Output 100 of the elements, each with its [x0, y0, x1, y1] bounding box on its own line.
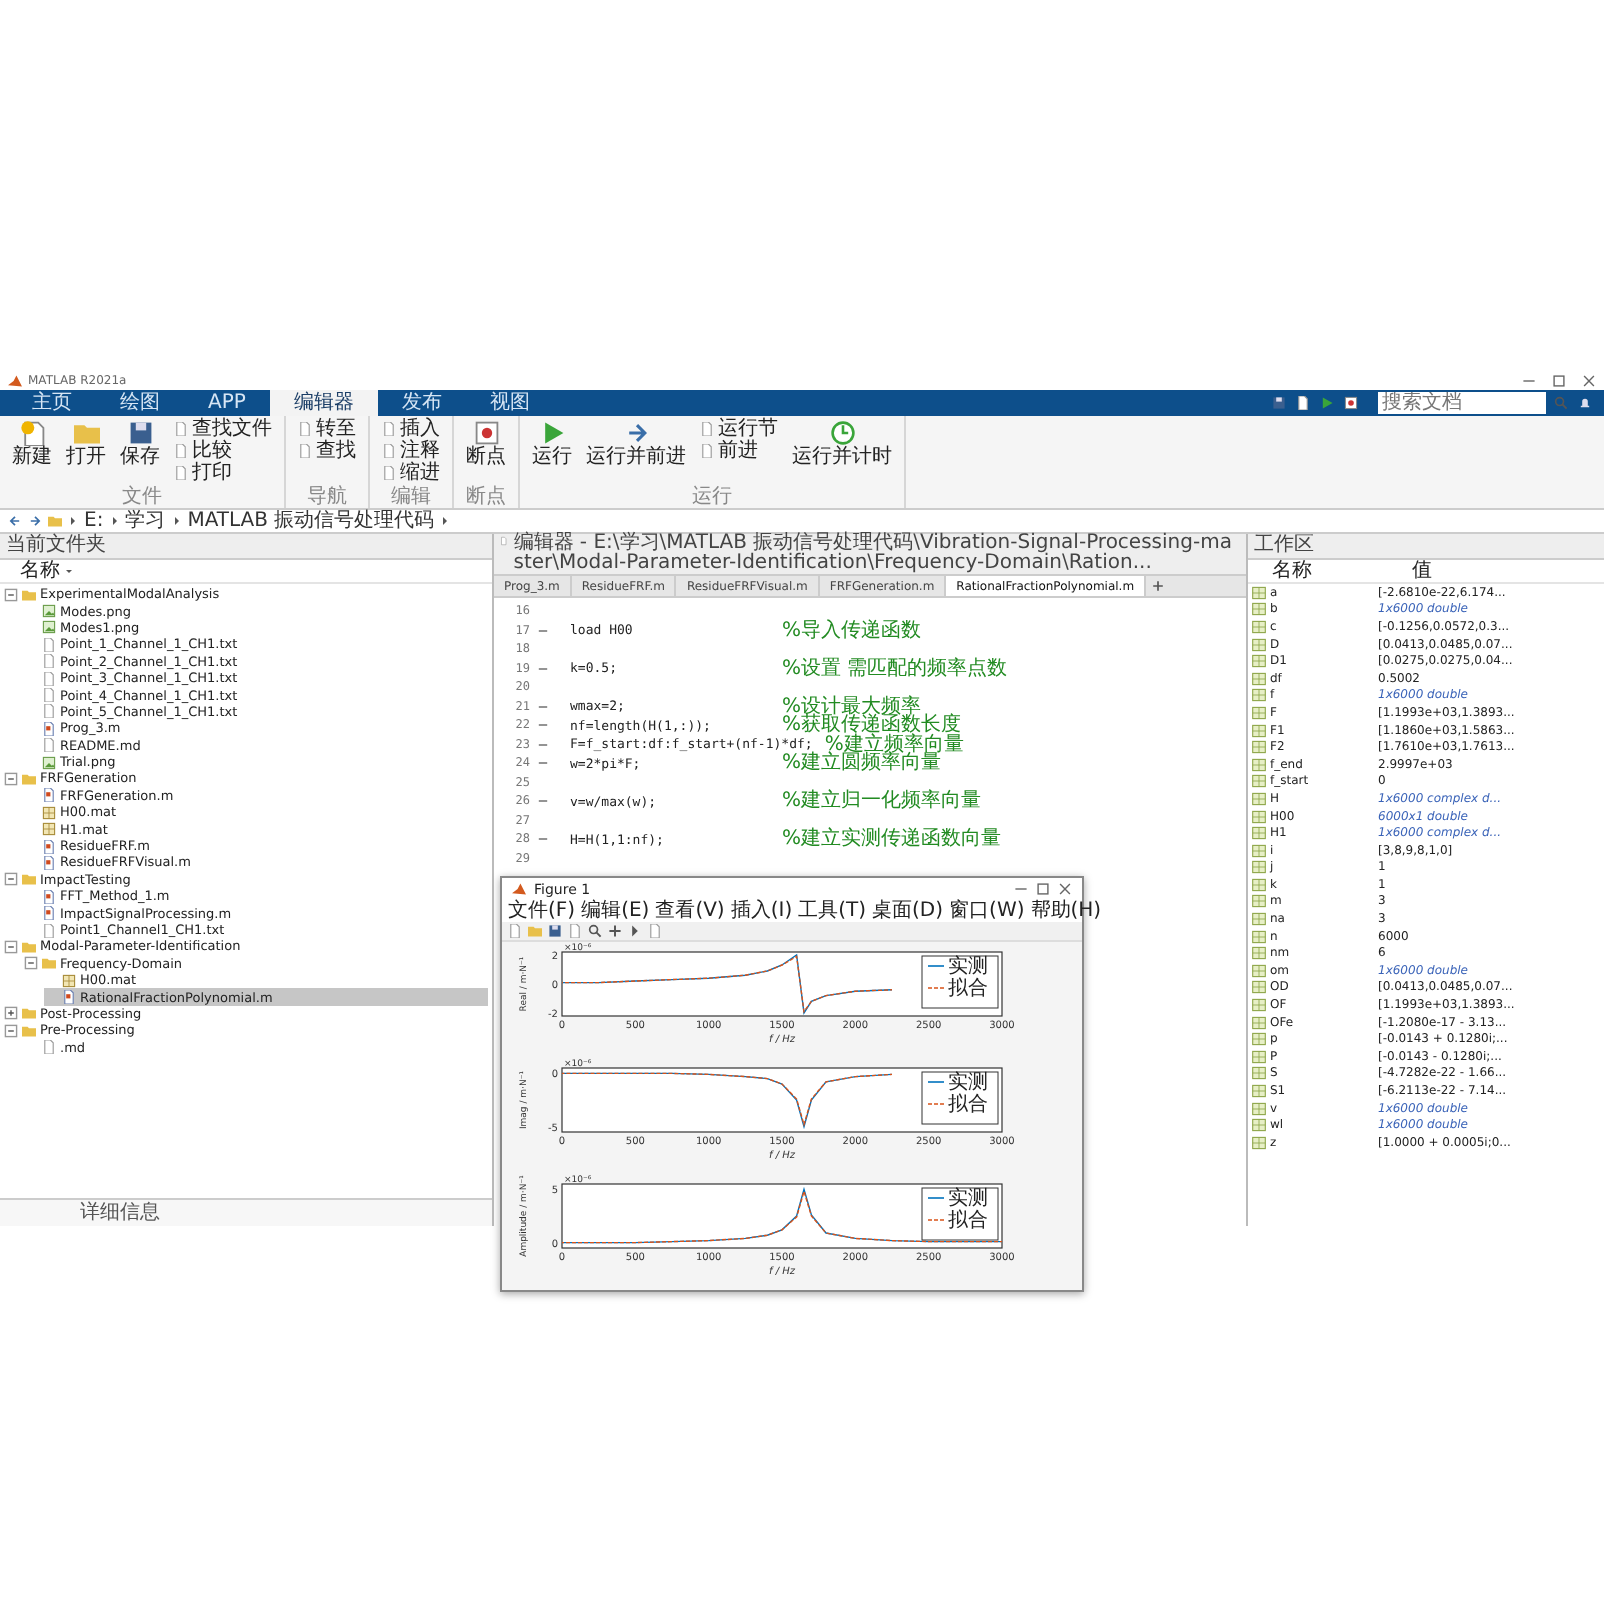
- plus-icon[interactable]: [608, 924, 622, 939]
- script-file-icon: [42, 721, 56, 736]
- path-segment[interactable]: E:: [84, 510, 104, 532]
- collapse-icon[interactable]: [4, 1023, 18, 1038]
- code-comment: %设置 需匹配的频率点数: [780, 659, 1008, 678]
- play-icon[interactable]: [1320, 396, 1334, 410]
- section-label: 运行: [690, 486, 734, 508]
- save-icon: [127, 420, 153, 446]
- ribbon-tab[interactable]: APP: [184, 390, 270, 416]
- panel-title: 工作区: [1248, 534, 1604, 560]
- ribbon-tab[interactable]: 视图: [465, 390, 554, 416]
- legend-label: 拟合: [948, 976, 988, 1000]
- code-comment: %设计最大频率: [780, 697, 922, 716]
- collapse-icon[interactable]: [24, 956, 38, 971]
- code-comment: %建立实测传递函数向量: [780, 830, 1002, 849]
- toolbar-button[interactable]: 运行并前进: [582, 418, 690, 470]
- toolbar-button[interactable]: 插入: [378, 418, 444, 440]
- maximize-icon[interactable]: [1036, 882, 1050, 897]
- expand-icon[interactable]: [4, 1006, 18, 1021]
- toolbar-button[interactable]: 保存: [116, 418, 164, 470]
- ribbon-tab[interactable]: 绘图: [96, 390, 184, 416]
- arrow-icon: [623, 420, 649, 446]
- menu-item[interactable]: 文件(F): [506, 900, 578, 923]
- menu-item[interactable]: 编辑(E): [579, 900, 652, 923]
- panel-title: 当前文件夹: [0, 534, 492, 560]
- collapse-icon[interactable]: [4, 771, 18, 786]
- save-icon[interactable]: [548, 924, 562, 939]
- ribbon-tab[interactable]: 主页: [8, 390, 96, 416]
- forward-arrow-icon[interactable]: [28, 514, 42, 528]
- toolbar-button[interactable]: 新建: [8, 418, 56, 470]
- code-comment: %导入传递函数: [780, 621, 922, 640]
- folder-icon: [22, 771, 36, 786]
- back-arrow-icon[interactable]: [8, 514, 22, 528]
- legend-label: 实测: [948, 1186, 988, 1210]
- toolbar-button[interactable]: 前进: [696, 440, 782, 462]
- add-tab-icon[interactable]: [1152, 580, 1165, 592]
- maximize-icon[interactable]: [1552, 373, 1566, 387]
- play-icon: [539, 420, 565, 446]
- toolbar-button[interactable]: 打印: [170, 462, 276, 484]
- code-comment: %建立归一化频率向量: [780, 792, 982, 811]
- folder-icon: [22, 587, 36, 602]
- legend-label: 拟合: [948, 1208, 988, 1232]
- toolbar-icon[interactable]: [1296, 396, 1310, 410]
- menu-item[interactable]: 查看(V): [653, 900, 727, 923]
- menu-item[interactable]: 窗口(W): [947, 900, 1027, 923]
- folder-icon: [22, 872, 36, 887]
- close-icon[interactable]: [1582, 373, 1596, 387]
- toolbar-button[interactable]: 运行: [528, 418, 576, 470]
- section-label: 导航: [305, 486, 349, 508]
- toolbar-button[interactable]: 打开: [62, 418, 110, 470]
- code-comment: %建立圆频率向量: [780, 754, 942, 773]
- document-icon[interactable]: [568, 924, 582, 939]
- details-label[interactable]: 详细信息: [80, 1201, 160, 1225]
- close-icon[interactable]: [1058, 882, 1072, 897]
- sort-icon: [64, 566, 74, 576]
- ribbon-tab[interactable]: 发布: [377, 390, 466, 416]
- document-icon[interactable]: [648, 924, 662, 939]
- collapse-icon[interactable]: [4, 939, 18, 954]
- menu-item[interactable]: 桌面(D): [870, 900, 946, 923]
- menu-item[interactable]: 工具(T): [796, 900, 869, 923]
- matlab-logo-icon: [512, 882, 526, 897]
- collapse-icon[interactable]: [4, 587, 18, 602]
- column-header[interactable]: 名称: [1248, 560, 1388, 582]
- toolbar-icon[interactable]: [1344, 396, 1358, 410]
- ribbon-tab[interactable]: 编辑器: [269, 390, 378, 416]
- legend-label: 实测: [948, 954, 988, 978]
- toolbar-button[interactable]: 注释: [378, 440, 444, 462]
- toolbar-button[interactable]: 转至: [294, 418, 360, 440]
- column-header[interactable]: 值: [1388, 560, 1528, 582]
- text-file-icon: [42, 923, 56, 937]
- document-icon[interactable]: [508, 924, 522, 939]
- zoom-icon[interactable]: [588, 924, 602, 939]
- legend-label: 实测: [948, 1070, 988, 1094]
- toolbar-button[interactable]: 断点: [462, 418, 510, 470]
- path-segment[interactable]: 学习: [125, 510, 166, 532]
- toolbar-button[interactable]: 运行节: [696, 418, 782, 440]
- script-file-icon: [42, 788, 56, 803]
- editor-title: 编辑器 - E:\学习\MATLAB 振动信号处理代码\Vibration-Signal-Processing-master\Modal-Parameter-Identification\Frequency-Domain\Ration...: [513, 534, 1234, 574]
- bell-icon[interactable]: [1578, 396, 1592, 410]
- toolbar-button[interactable]: 查找: [294, 440, 360, 462]
- save-icon[interactable]: [1272, 396, 1286, 410]
- toolbar-button[interactable]: 缩进: [378, 462, 444, 484]
- path-segment[interactable]: MATLAB 振动信号处理代码: [187, 510, 435, 532]
- toolbar-button[interactable]: 比较: [170, 440, 276, 462]
- toolbar-button[interactable]: 查找文件: [170, 418, 276, 440]
- menu-item[interactable]: 插入(I): [728, 900, 795, 923]
- menu-item[interactable]: 帮助(H): [1028, 900, 1104, 923]
- data-file-icon: [62, 973, 76, 988]
- cursor-icon[interactable]: [628, 924, 642, 939]
- column-header[interactable]: 名称: [20, 560, 60, 582]
- folder-icon: [73, 420, 99, 446]
- chevron-icon: [109, 516, 120, 526]
- chevron-icon: [440, 516, 451, 526]
- chevron-icon: [68, 516, 78, 526]
- code-comment: %获取传递函数长度: [780, 716, 962, 735]
- collapse-icon[interactable]: [4, 872, 18, 887]
- section-label: 断点: [464, 486, 508, 508]
- code-comment: %建立频率向量: [824, 735, 964, 754]
- image-file-icon: [42, 755, 56, 770]
- toolbar-button[interactable]: 运行并计时: [788, 418, 896, 470]
